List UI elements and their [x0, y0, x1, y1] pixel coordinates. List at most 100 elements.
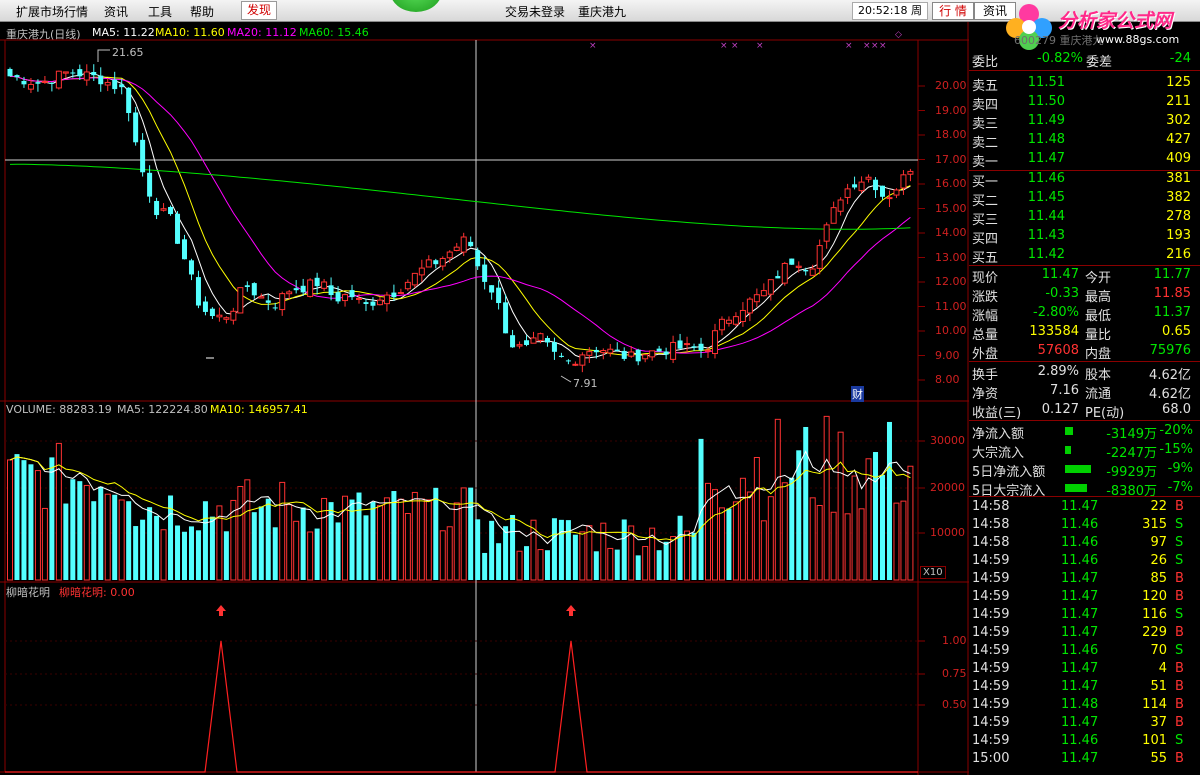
candle-up — [62, 71, 69, 74]
finance-badge[interactable]: 财 — [851, 386, 864, 402]
candle-up — [823, 224, 830, 242]
bid-row: 买四 11.43 193 — [969, 227, 1200, 247]
tick-row: 14:58 11.47 22 B — [969, 498, 1200, 517]
candle-up — [439, 257, 446, 267]
volume-bar-down — [677, 515, 683, 580]
volume-bar-down — [510, 514, 516, 580]
tick-volume: 120 — [1142, 589, 1167, 604]
candle-up — [376, 299, 383, 306]
volume-tick-label: 10000 — [930, 526, 965, 539]
volume-bar-up — [404, 513, 411, 581]
candle-up — [404, 281, 411, 290]
volume-bar-down — [272, 527, 278, 580]
volume-bar-up — [809, 497, 816, 581]
flow-pct: -20% — [1159, 423, 1193, 438]
quote-panel: 委比 -0.82% 委差 -24 卖五 11.51 125 卖四 11.50 211 卖三 1… — [969, 50, 1200, 775]
volume-bar-up — [397, 498, 404, 581]
candle-up — [27, 83, 34, 90]
volume-bar-down — [147, 507, 153, 580]
event-marker: × — [879, 41, 887, 51]
ask-label: 卖四 — [972, 98, 999, 113]
volume-bar-down — [63, 503, 69, 580]
buy-signal-arrow-icon — [566, 605, 576, 616]
volume-bar-up — [705, 482, 711, 581]
volume-bar-down — [126, 501, 132, 580]
candle-down — [656, 348, 662, 352]
candle-down — [852, 184, 858, 188]
tick-side: S — [1175, 733, 1184, 748]
volume-bar-up — [579, 531, 586, 581]
volume-bar-down — [572, 534, 578, 580]
flow-bar — [1065, 484, 1087, 492]
stat2-label: 换手 — [972, 368, 999, 383]
volume-bar-down — [258, 506, 264, 580]
volume-bar-up — [34, 470, 41, 581]
indicator-name: 柳暗花明 — [6, 586, 50, 599]
volume-label: VOLUME: 88283.19 — [6, 403, 112, 416]
candle-up — [739, 309, 746, 322]
candle-down — [775, 276, 781, 279]
candle-up — [907, 170, 914, 175]
ask-price: 11.47 — [1027, 151, 1065, 166]
volume-bar-down — [593, 551, 599, 580]
volume-bar-down — [21, 460, 27, 580]
bid-volume: 278 — [1166, 209, 1191, 224]
candle-down — [544, 338, 550, 343]
ask-volume: 409 — [1166, 151, 1191, 166]
stat-value: 11.85 — [1153, 286, 1191, 301]
bid-row: 买一 11.46 381 — [969, 170, 1200, 190]
candle-down — [140, 139, 146, 173]
candle-down — [265, 300, 271, 303]
stat-row: 总量 133584 量比 0.65 — [969, 323, 1200, 343]
ask-volume: 211 — [1166, 94, 1191, 109]
event-marker: × — [845, 41, 853, 51]
tick-side: S — [1175, 607, 1184, 622]
volume-bar-up — [425, 499, 432, 581]
low-price-mark: 7.91 — [573, 377, 598, 390]
stat-label: 内盘 — [1085, 347, 1112, 362]
ma10-label: MA10: 11.60 — [155, 26, 225, 39]
candle-down — [565, 360, 571, 362]
candle-down — [663, 351, 669, 355]
volume-bar-up — [83, 484, 90, 581]
volume-bar-down — [77, 481, 83, 580]
volume-bar-up — [453, 502, 460, 581]
candle-down — [49, 82, 55, 84]
flow-row: 大宗流入 -2247万 -15% — [969, 441, 1200, 461]
bid-row: 买五 11.42 216 — [969, 246, 1200, 266]
candle-down — [335, 292, 341, 302]
volume-bar-down — [565, 520, 571, 580]
candle-down — [7, 68, 13, 77]
price-tick-label: 8.00 — [935, 373, 960, 386]
candle-down — [691, 346, 697, 348]
candle-up — [383, 294, 390, 305]
candle-down — [251, 283, 257, 296]
candle-down — [789, 258, 795, 265]
candle-down — [496, 287, 502, 304]
candle-down — [14, 75, 20, 78]
stat-value: 11.47 — [1041, 267, 1079, 282]
stat-label: 外盘 — [972, 347, 999, 362]
tick-row: 14:59 11.48 114 B — [969, 696, 1200, 715]
indicator-tick-label: 0.75 — [942, 667, 967, 680]
moving-average-lines — [9, 72, 911, 359]
volume-bar-up — [746, 491, 753, 581]
volume-bar-down — [28, 464, 34, 580]
candle-down — [880, 185, 885, 197]
bid-volume: 382 — [1166, 190, 1191, 205]
volume-bar-down — [133, 526, 139, 580]
tick-time: 14:59 — [972, 553, 1010, 568]
bid-label: 买一 — [972, 175, 999, 190]
ask-row: 卖二 11.48 427 — [969, 131, 1200, 151]
chart-frame — [0, 22, 969, 775]
candle-up — [279, 293, 286, 311]
candle-up — [55, 70, 62, 89]
candle-up — [767, 279, 774, 295]
volume-bar-up — [893, 502, 900, 581]
candle-up — [258, 296, 265, 299]
ask-price: 11.50 — [1027, 94, 1065, 109]
chart-title: 重庆港九(日线) — [6, 28, 81, 41]
bid-price: 11.42 — [1027, 247, 1065, 262]
stat-value: 0.65 — [1162, 324, 1191, 339]
candle-up — [425, 259, 432, 268]
